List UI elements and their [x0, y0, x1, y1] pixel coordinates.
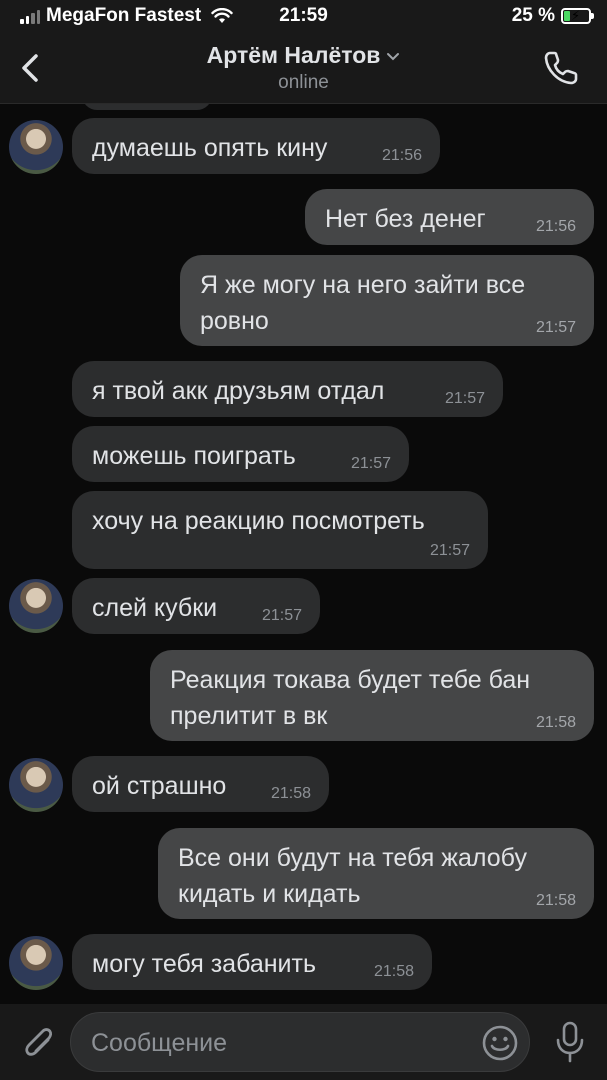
message-text: Реакция токава будет тебе бан прелитит в… [170, 666, 531, 730]
message-time: 21:57 [429, 542, 470, 559]
contact-avatar[interactable] [9, 758, 63, 812]
contact-name: Артём Налётов [206, 42, 381, 68]
battery-icon: ⚡ [561, 8, 594, 24]
message-bubble-incoming[interactable]: можешь поиграть 21:57 [72, 426, 409, 482]
message-text: думаешь опять кину [92, 134, 328, 162]
message-bubble-incoming[interactable]: хочу на реакцию посмотреть 21:57 [72, 491, 488, 569]
contact-avatar[interactable] [9, 936, 63, 990]
contact-avatar[interactable] [9, 579, 63, 633]
attach-button[interactable] [18, 1022, 56, 1062]
message-text: хочу на реакцию посмотреть [92, 507, 425, 535]
message-bubble-outgoing[interactable]: Нет без денег 21:56 [305, 189, 594, 245]
message-bubble-incoming[interactable]: могу тебя забанить 21:58 [72, 934, 432, 990]
message-text: Нет без денег [325, 205, 486, 233]
message-input[interactable] [91, 1023, 471, 1063]
message-text: слей кубки [92, 594, 218, 622]
message-field[interactable] [70, 1012, 530, 1072]
battery-percent: 25 % [511, 5, 555, 26]
message-time: 21:57 [535, 319, 576, 336]
chat-header: Артём Налётов online [0, 34, 607, 104]
message-bubble-incoming[interactable]: слей кубки 21:57 [72, 578, 320, 634]
status-right: 25 % ⚡ [511, 5, 594, 27]
message-time: 21:58 [270, 785, 311, 802]
charging-bolt-icon: ⚡ [571, 8, 581, 23]
battery-level [564, 11, 570, 21]
message-time: 21:56 [535, 218, 576, 235]
message-time: 21:58 [535, 892, 576, 909]
message-text: Все они будут на тебя жалобу кидать и ки… [178, 844, 527, 908]
message-text: можешь поиграть [92, 442, 296, 470]
message-time: 21:58 [535, 714, 576, 731]
message-time: 21:58 [373, 963, 414, 980]
emoji-button[interactable] [481, 1024, 519, 1062]
message-list[interactable]: думаешь опять кину 21:56 Нет без денег 2… [0, 104, 607, 1004]
composer-bar [0, 1004, 607, 1080]
status-bar: MegaFon Fastest 21:59 25 % ⚡ [0, 0, 607, 34]
message-text: Я же могу на него зайти все ровно [200, 271, 526, 335]
message-time: 21:57 [261, 607, 302, 624]
contact-status: online [278, 72, 329, 93]
message-bubble-outgoing[interactable]: Я же могу на него зайти все ровно 21:57 [180, 255, 594, 346]
message-bubble-outgoing[interactable]: Реакция токава будет тебе бан прелитит в… [150, 650, 594, 741]
message-bubble-outgoing[interactable]: Все они будут на тебя жалобу кидать и ки… [158, 828, 594, 919]
microphone-button[interactable] [555, 1020, 585, 1064]
message-bubble-incoming[interactable]: думаешь опять кину 21:56 [72, 118, 440, 174]
message-text: могу тебя забанить [92, 950, 316, 978]
chevron-down-icon [387, 52, 400, 61]
message-bubble-partial [82, 104, 212, 110]
message-time: 21:57 [444, 390, 485, 407]
message-time: 21:57 [350, 455, 391, 472]
message-bubble-incoming[interactable]: ой страшно 21:58 [72, 756, 329, 812]
message-bubble-incoming[interactable]: я твой акк друзьям отдал 21:57 [72, 361, 503, 417]
message-text: ой страшно [92, 772, 227, 800]
contact-avatar[interactable] [9, 120, 63, 174]
contact-name-button[interactable]: Артём Налётов [0, 42, 607, 69]
message-text: я твой акк друзьям отдал [92, 377, 385, 405]
message-time: 21:56 [381, 147, 422, 164]
call-button[interactable] [541, 48, 581, 88]
